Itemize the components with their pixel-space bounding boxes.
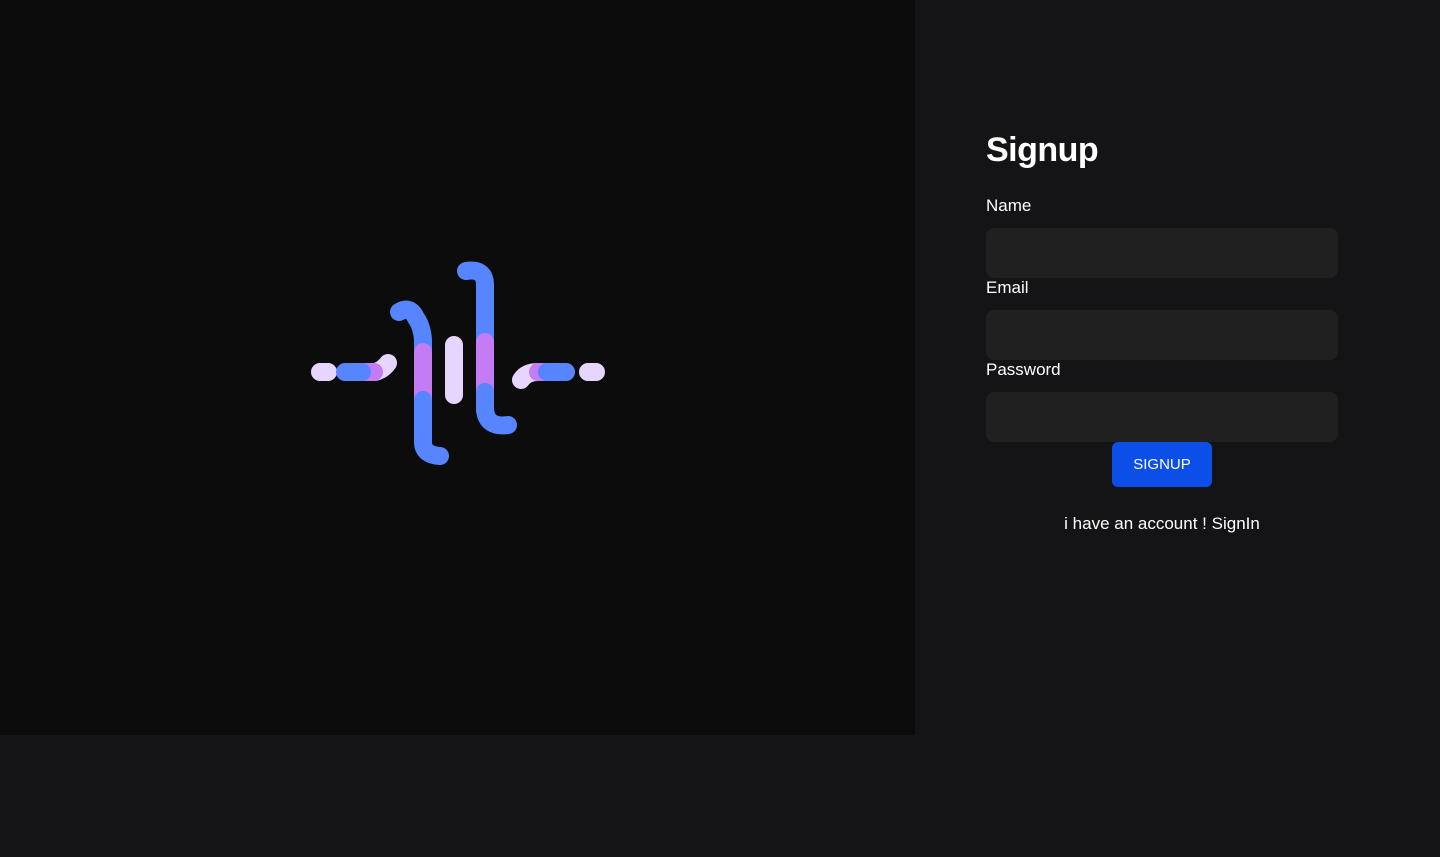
password-input[interactable] bbox=[986, 392, 1338, 442]
email-label: Email bbox=[986, 278, 1029, 297]
submit-row: SIGNUP bbox=[986, 442, 1338, 487]
signup-page: Signup Name Email Password SIGNUP i have… bbox=[0, 0, 1440, 857]
name-field-group: Name bbox=[986, 196, 1338, 278]
name-input[interactable] bbox=[986, 228, 1338, 278]
abstract-logo-icon bbox=[311, 261, 605, 465]
email-field-group: Email bbox=[986, 278, 1338, 360]
page-title: Signup bbox=[986, 131, 1099, 169]
signin-link[interactable]: SignIn bbox=[1212, 514, 1260, 533]
hero-panel bbox=[0, 0, 915, 735]
password-label: Password bbox=[986, 360, 1061, 379]
name-label: Name bbox=[986, 196, 1032, 215]
email-input[interactable] bbox=[986, 310, 1338, 360]
signin-prompt-text: i have an account ! bbox=[1064, 514, 1207, 533]
signup-form: Signup Name Email Password SIGNUP i have… bbox=[986, 130, 1338, 534]
password-field-group: Password bbox=[986, 360, 1338, 442]
signin-prompt: i have an account ! SignIn bbox=[986, 514, 1338, 534]
signup-button[interactable]: SIGNUP bbox=[1112, 442, 1212, 487]
